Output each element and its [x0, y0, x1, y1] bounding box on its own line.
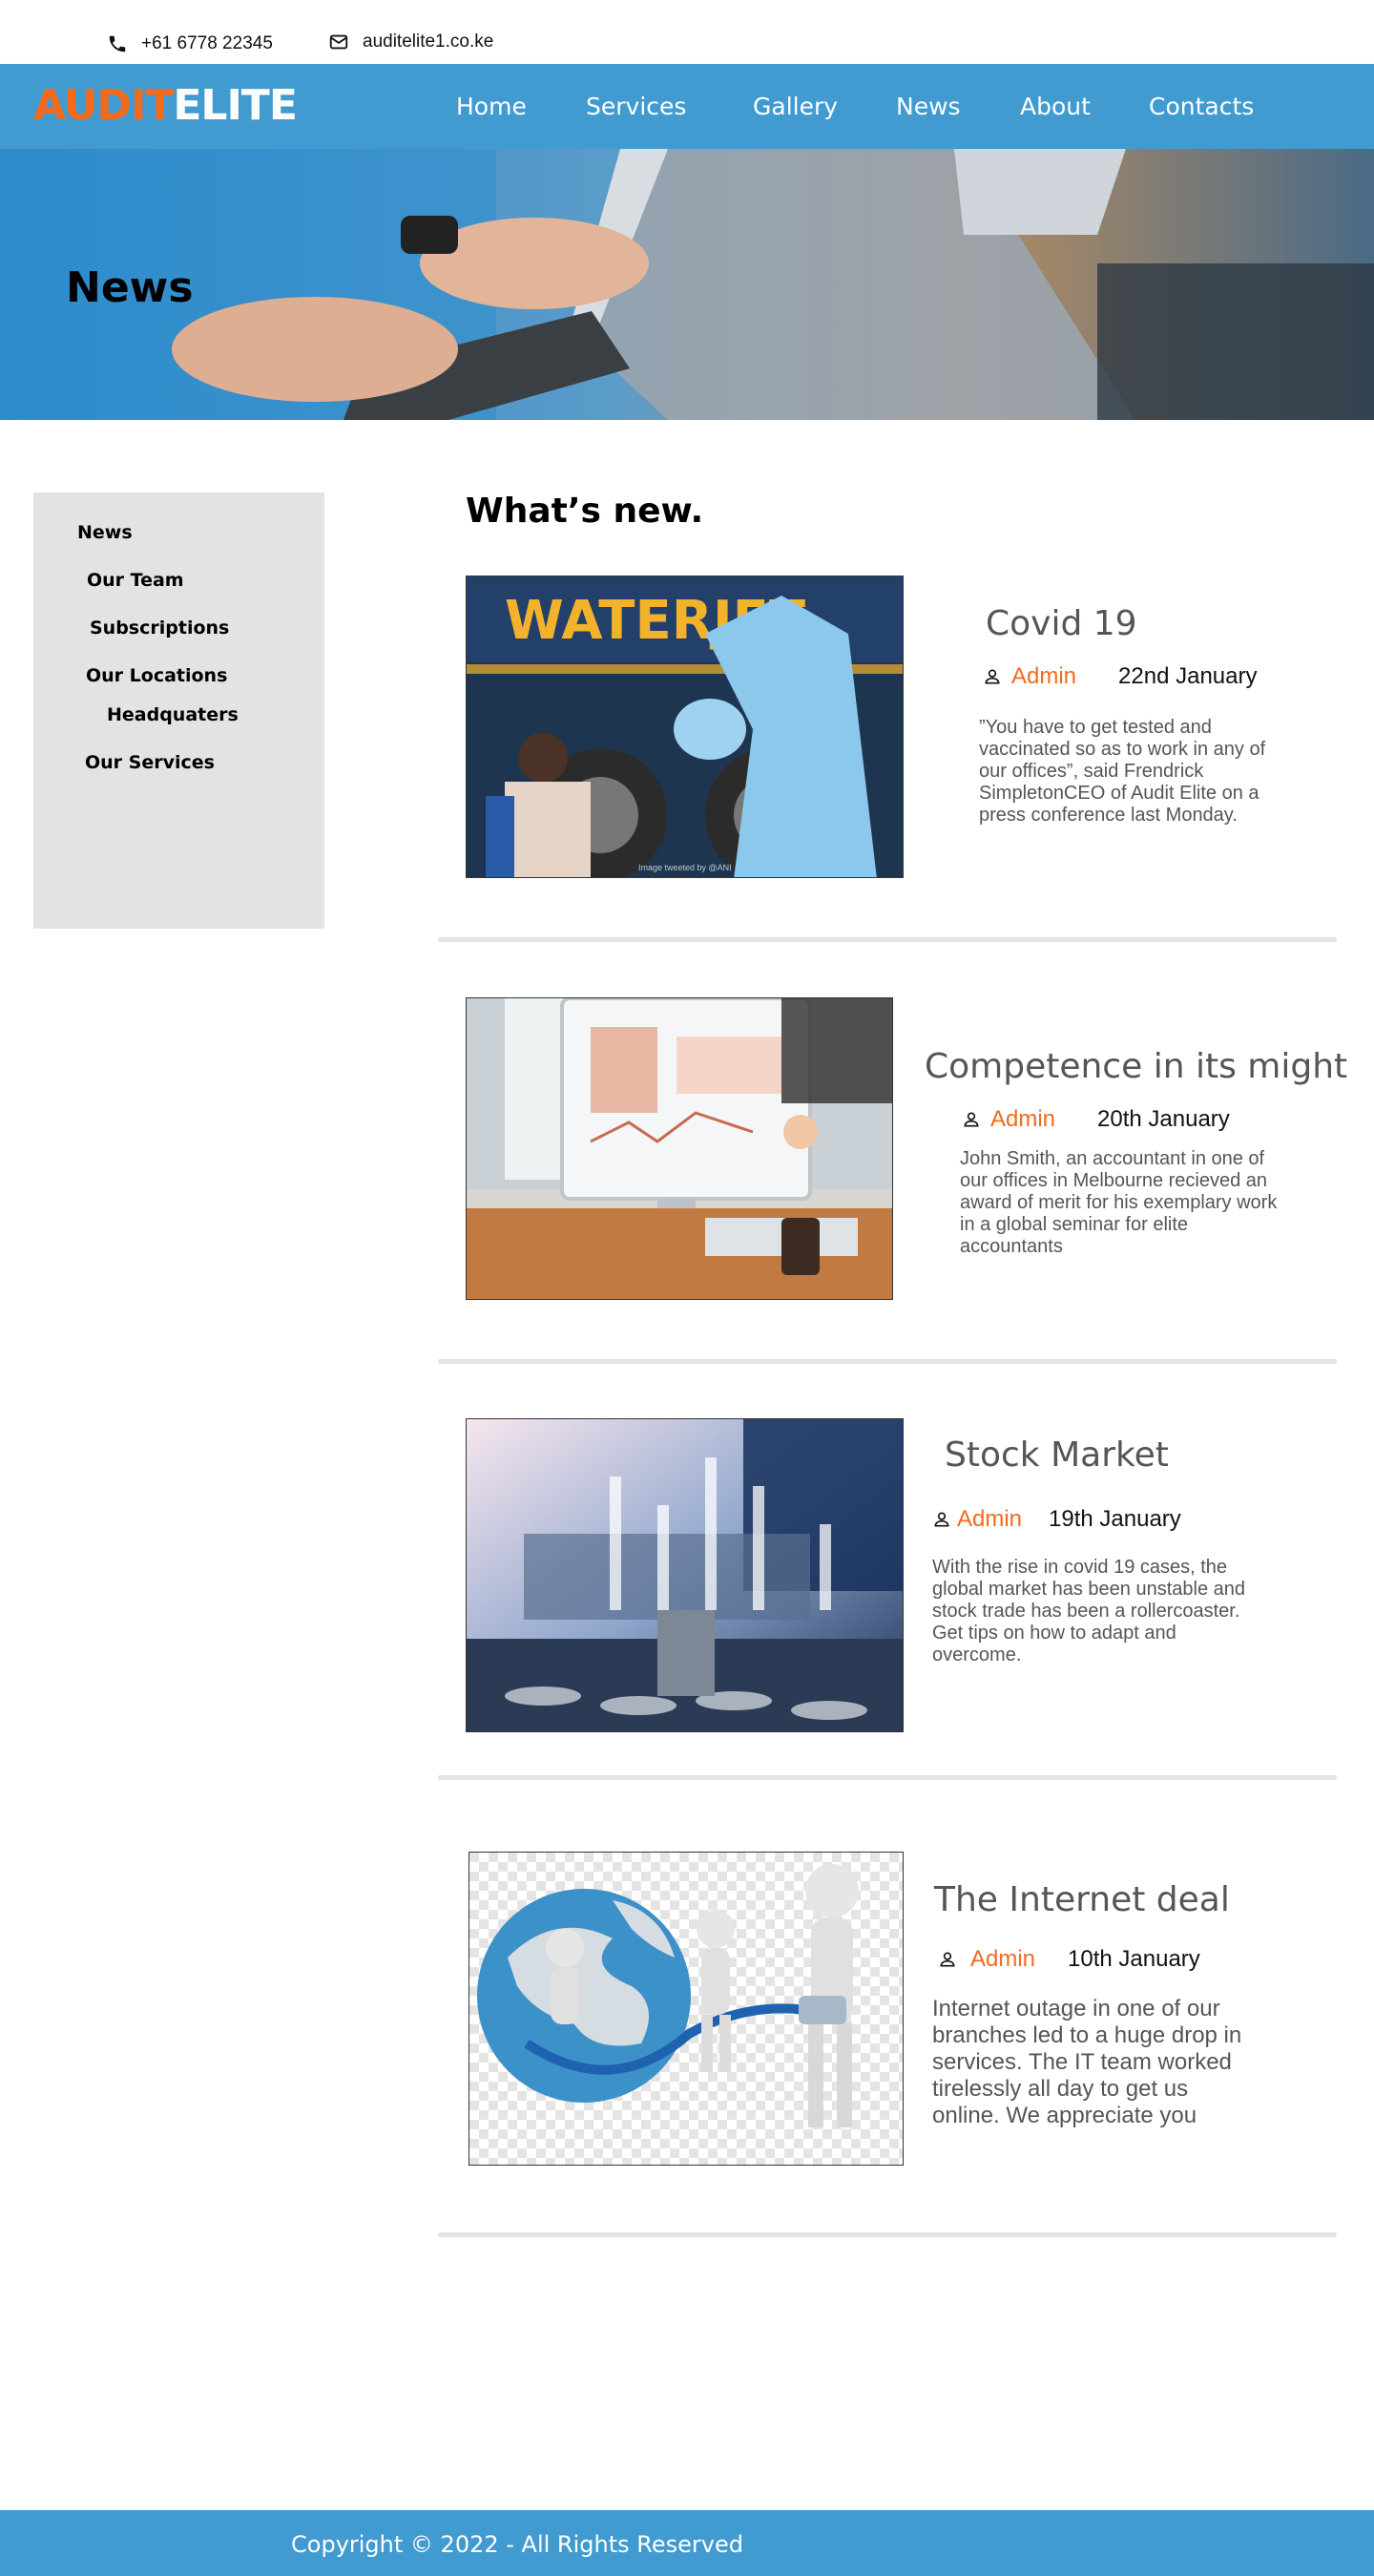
post-meta-competence: Admin 20th January [962, 1106, 1230, 1133]
post-image-covid[interactable]: WATERJET Image tweeted by @ANI [466, 576, 904, 878]
hero-laptop-image [0, 149, 1374, 420]
nav-news[interactable]: News [896, 93, 961, 121]
post-title-covid[interactable]: Covid 19 [986, 604, 1137, 643]
logo-part-elite: ELITE [173, 81, 298, 130]
post-date: 20th January [1097, 1106, 1230, 1132]
internet-globe-image [469, 1853, 903, 2165]
post-divider [438, 2232, 1337, 2237]
post-image-internet[interactable] [468, 1852, 904, 2166]
sidebar-item-subscriptions[interactable]: Subscriptions [90, 618, 229, 639]
post-author[interactable]: Admin [957, 1506, 1022, 1533]
post-title-stock[interactable]: Stock Market [945, 1435, 1169, 1475]
office-computer-image [467, 998, 892, 1299]
user-icon [964, 1112, 979, 1127]
section-heading: What’s new. [466, 492, 704, 531]
post-meta-stock: Admin 19th January [932, 1506, 1181, 1533]
post-image-competence[interactable] [466, 997, 893, 1300]
post-divider [438, 1359, 1337, 1364]
footer: Copyright © 2022 - All Rights Reserved [0, 2510, 1374, 2576]
mail-icon [329, 34, 348, 50]
post-meta-internet: Admin 10th January [938, 1946, 1200, 1973]
post-excerpt-stock: With the rise in covid 19 cases, the glo… [932, 1557, 1246, 1665]
phone-icon [109, 35, 126, 52]
post-author[interactable]: Admin [1011, 663, 1076, 690]
nav-gallery[interactable]: Gallery [753, 93, 838, 121]
top-contact-bar: +61 6778 22345 auditelite1.co.ke [0, 0, 1374, 64]
email-contact[interactable]: auditelite1.co.ke [328, 31, 493, 52]
post-author[interactable]: Admin [990, 1106, 1055, 1133]
user-icon [940, 1952, 955, 1967]
post-date: 10th January [1068, 1946, 1200, 1972]
nav-contacts[interactable]: Contacts [1149, 93, 1254, 121]
sidebar: News Our Team Subscriptions Our Location… [33, 492, 324, 929]
post-author[interactable]: Admin [970, 1946, 1035, 1973]
post-title-internet[interactable]: The Internet deal [934, 1880, 1230, 1919]
sidebar-item-our-locations[interactable]: Our Locations [86, 665, 227, 686]
phone-number: +61 6778 22345 [141, 33, 273, 53]
post-date: 22nd January [1118, 663, 1258, 689]
post-excerpt-competence: John Smith, an accountant in one of our … [960, 1148, 1278, 1257]
post-divider [438, 937, 1337, 942]
covid-test-image: WATERJET Image tweeted by @ANI [467, 576, 903, 877]
logo-part-audit: AUDIT [33, 81, 174, 130]
sidebar-item-headquaters[interactable]: Headquaters [107, 704, 239, 725]
nav-home[interactable]: Home [456, 93, 527, 121]
phone-contact[interactable]: +61 6778 22345 [107, 33, 273, 54]
stock-market-image [467, 1419, 903, 1731]
image-caption: Image tweeted by @ANI [638, 863, 732, 872]
post-date: 19th January [1049, 1506, 1181, 1532]
nav-services[interactable]: Services [586, 93, 686, 121]
user-icon [934, 1512, 949, 1527]
email-address: auditelite1.co.ke [363, 31, 494, 52]
nav-about[interactable]: About [1020, 93, 1091, 121]
post-title-competence[interactable]: Competence in its might [925, 1047, 1347, 1086]
page-title: News [66, 263, 194, 312]
post-excerpt-internet: Internet outage in one of our branches l… [932, 1996, 1242, 2128]
post-divider [438, 1775, 1337, 1780]
brand-logo[interactable]: AUDITELITE [33, 81, 298, 131]
sidebar-item-news[interactable]: News [77, 522, 133, 543]
main-navbar: AUDITELITE Home Services Gallery News Ab… [0, 64, 1374, 149]
copyright-text: Copyright © 2022 - All Rights Reserved [291, 2531, 743, 2558]
user-icon [985, 669, 1000, 684]
post-excerpt-covid: ”You have to get tested and vaccinated s… [979, 717, 1266, 826]
post-meta-covid: Admin 22nd January [983, 663, 1257, 690]
sidebar-item-our-team[interactable]: Our Team [87, 570, 184, 591]
sidebar-item-our-services[interactable]: Our Services [85, 752, 215, 773]
post-image-stock[interactable] [466, 1418, 904, 1732]
hero-banner: News [0, 149, 1374, 420]
